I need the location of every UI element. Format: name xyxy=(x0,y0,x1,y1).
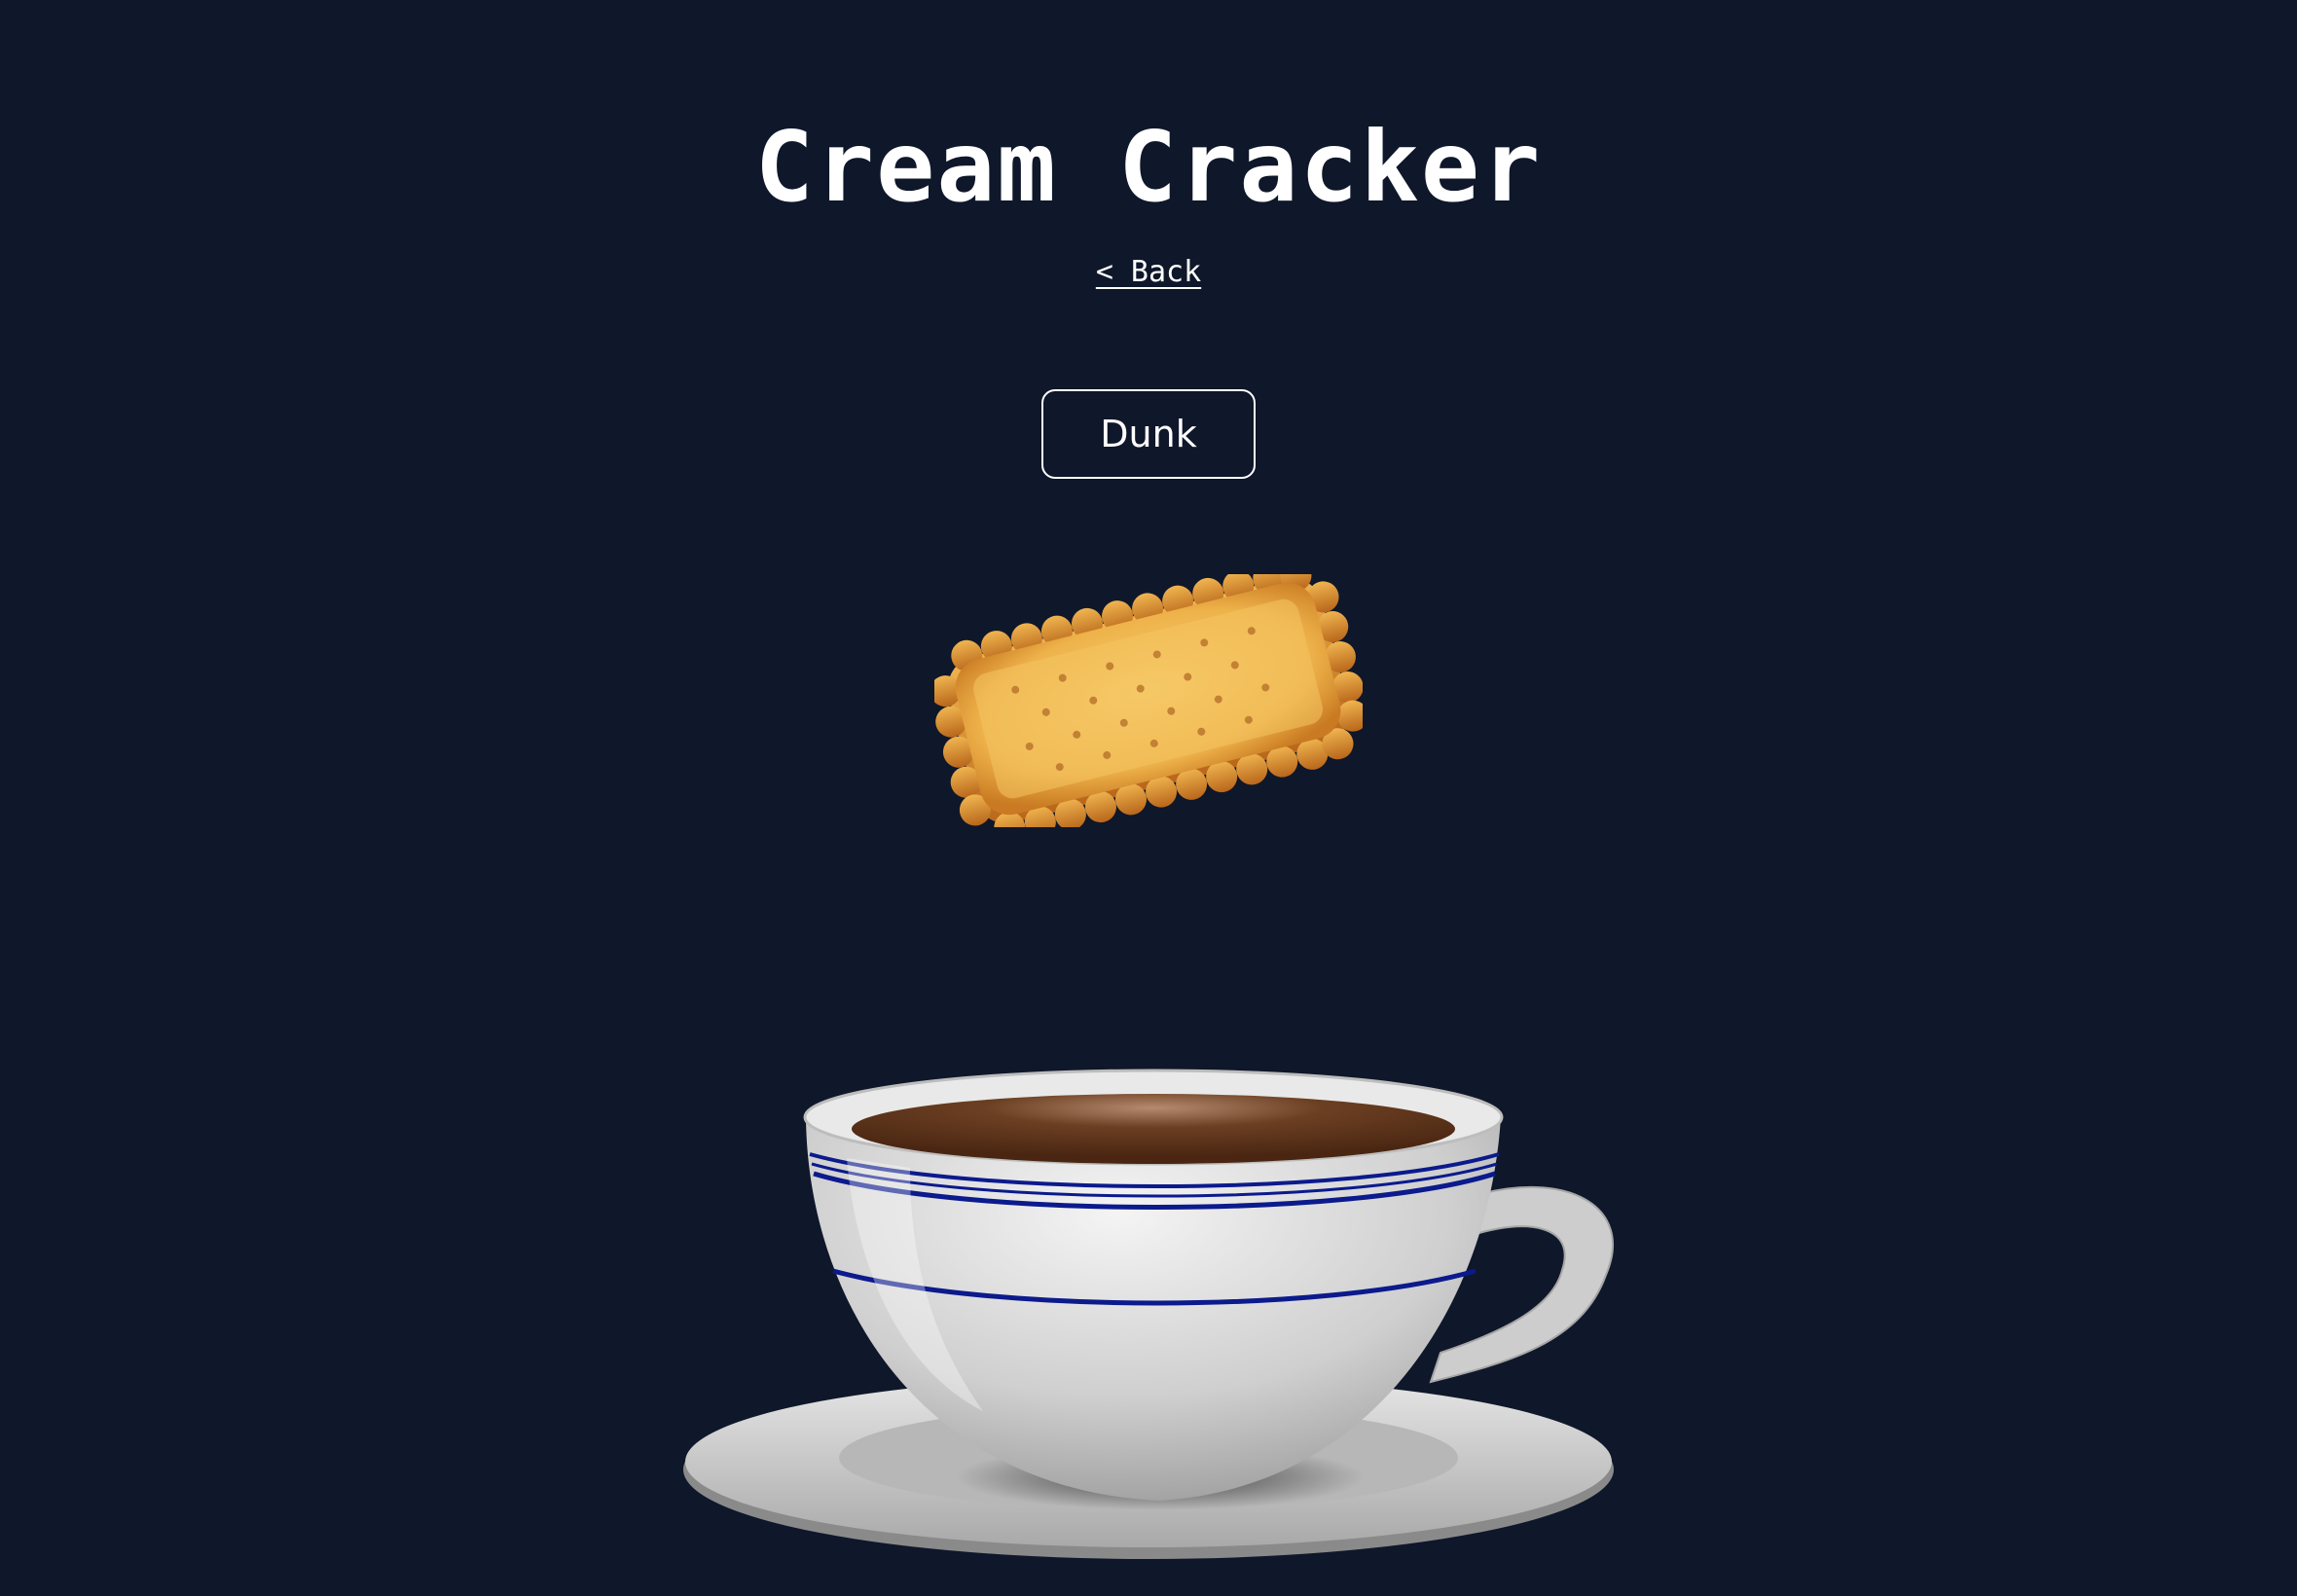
back-link-container: < Back xyxy=(0,251,2297,294)
dunk-button-label: Dunk xyxy=(1100,413,1197,455)
back-link[interactable]: < Back xyxy=(1096,255,1201,289)
page: Cream Cracker < Back Dunk xyxy=(0,0,2297,1596)
teacup-with-saucer-image xyxy=(683,1069,1614,1559)
dunk-button[interactable]: Dunk xyxy=(1041,389,1256,479)
biscuit-image xyxy=(934,574,1363,827)
page-title: Cream Cracker xyxy=(754,110,1543,224)
